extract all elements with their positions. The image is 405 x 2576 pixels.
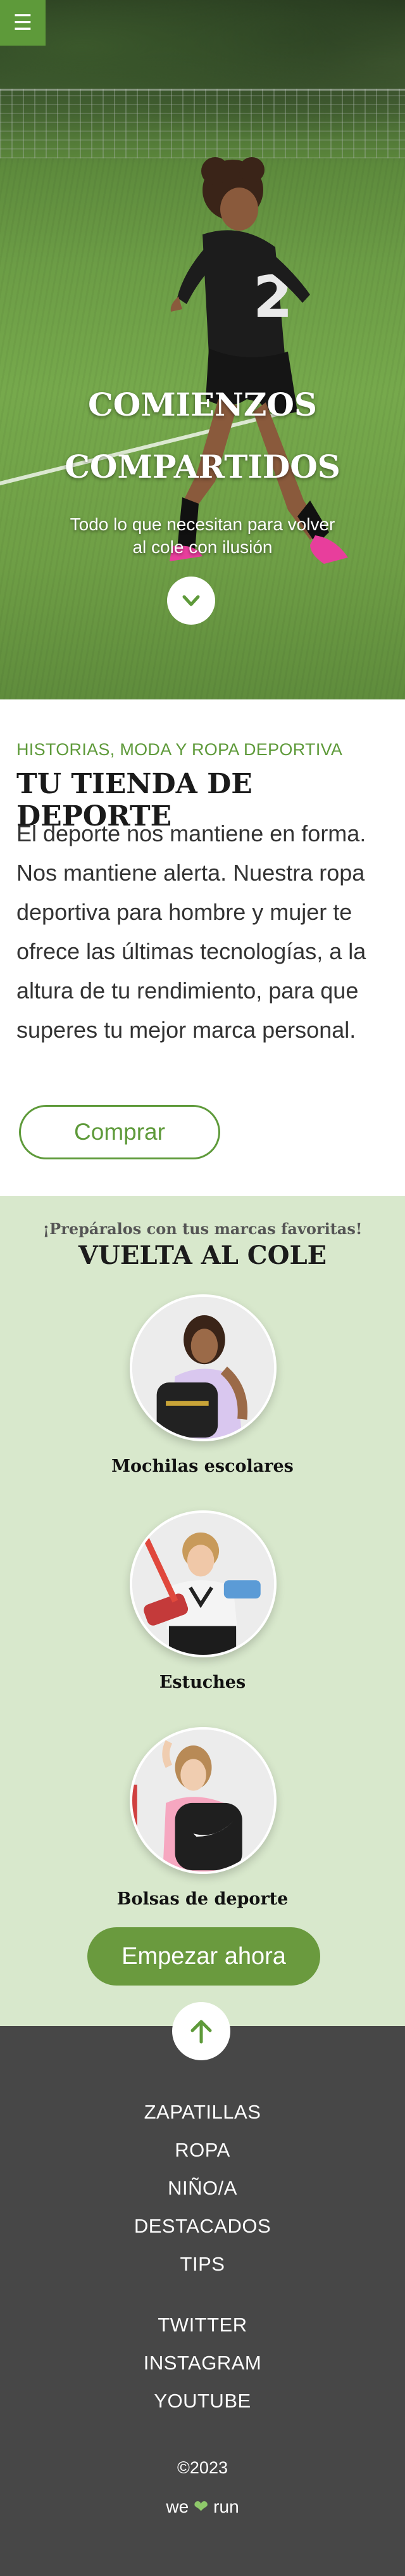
footer-link-nino[interactable]: NIÑO/A: [0, 2177, 405, 2200]
start-now-button[interactable]: Empezar ahora: [87, 1927, 320, 1986]
hero-subtitle: Todo lo que necesitan para volver al col…: [44, 513, 361, 559]
category-image-pencil-cases[interactable]: [130, 1510, 277, 1657]
shop-button[interactable]: Comprar: [19, 1105, 220, 1159]
copyright: ©2023: [177, 2458, 228, 2477]
scroll-down-button[interactable]: [167, 577, 215, 625]
heart-icon: ❤: [193, 2497, 209, 2516]
footer-link-destacados[interactable]: DESTACADOS: [0, 2215, 405, 2238]
category-label: Bolsas de deporte: [116, 1889, 289, 1909]
category-image-sports-bags[interactable]: [130, 1727, 277, 1874]
chevron-down-icon: [182, 595, 200, 606]
footer-link-instagram[interactable]: INSTAGRAM: [0, 2352, 405, 2375]
hero-title: COMIENZOS COMPARTIDOS: [38, 374, 367, 498]
footer-link-ropa[interactable]: ROPA: [0, 2139, 405, 2162]
category-image-backpacks[interactable]: [130, 1294, 277, 1441]
boy-with-pencil-case-image: [132, 1513, 274, 1655]
footer-link-tips[interactable]: TIPS: [0, 2253, 405, 2276]
arrow-up-icon: [190, 2020, 212, 2044]
girl-with-backpack-image: [132, 1297, 274, 1439]
footer: ZAPATILLAS ROPA NIÑO/A DESTACADOS TIPS T…: [0, 2002, 405, 2576]
footer-link-zapatillas[interactable]: ZAPATILLAS: [0, 2101, 405, 2124]
hero-title-line-2: COMPARTIDOS: [65, 448, 340, 485]
girl-with-sports-bag-image: [132, 1730, 274, 1871]
footer-link-youtube[interactable]: YOUTUBE: [0, 2390, 405, 2413]
back-to-top-button[interactable]: [172, 2002, 230, 2060]
hero-title-line-1: COMIENZOS: [87, 386, 318, 423]
hero-subtitle-line-1: Todo lo que necesitan para volver: [70, 514, 335, 534]
hero-banner: 2 ☰ COMIENZOS COMPARTIDOS Todo lo que ne…: [0, 0, 405, 699]
intro-eyebrow: HISTORIAS, MODA Y ROPA DEPORTIVA: [16, 740, 343, 759]
hero-subtitle-line-2: al cole con ilusión: [132, 537, 273, 557]
intro-body: El deporte nos mantiene en forma. Nos ma…: [16, 820, 366, 1043]
menu-button[interactable]: ☰: [0, 0, 46, 46]
bts-eyebrow: ¡Prepáralos con tus marcas favoritas!: [42, 1220, 363, 1238]
category-label: Mochilas escolares: [111, 1457, 294, 1476]
tagline-we: we: [166, 2497, 189, 2516]
category-label: Estuches: [159, 1673, 246, 1692]
hamburger-icon: ☰: [13, 10, 33, 35]
bts-title: VUELTA AL COLE: [78, 1240, 327, 1270]
back-to-school-section: ¡Prepáralos con tus marcas favoritas! VU…: [0, 1196, 405, 2026]
footer-tagline: we ❤ run: [0, 2496, 405, 2517]
tagline-run: run: [213, 2497, 239, 2516]
footer-link-twitter[interactable]: TWITTER: [0, 2314, 405, 2337]
